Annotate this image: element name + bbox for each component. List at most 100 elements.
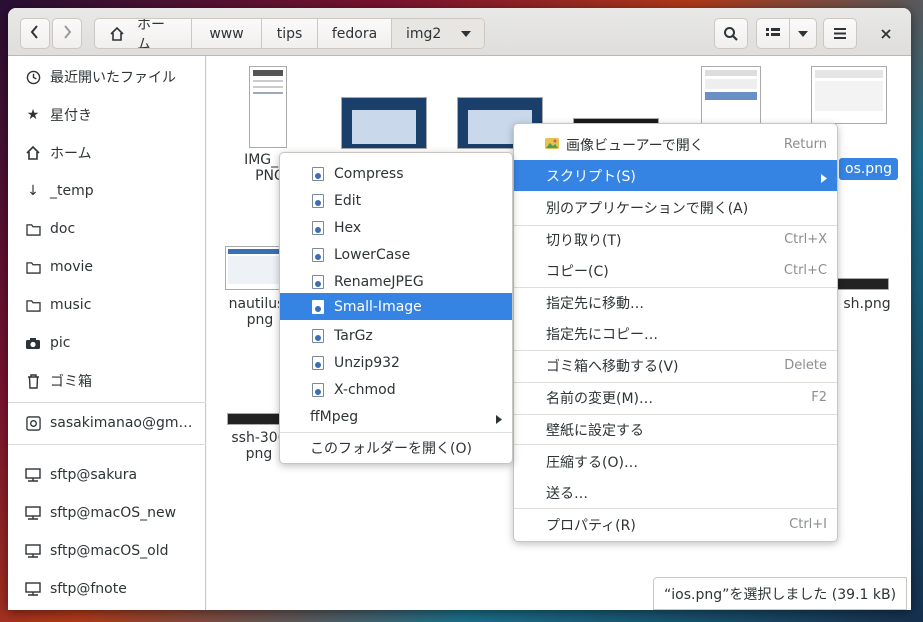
sidebar-separator <box>8 402 206 403</box>
crumb-fedora[interactable]: fedora <box>318 19 392 48</box>
path-bar: ホーム www tips fedora img2 <box>94 18 485 49</box>
sidebar-item-sftp-macos-new[interactable]: sftp@macOS_new <box>8 494 206 532</box>
crumb-img2[interactable]: img2 <box>392 19 484 48</box>
clock-icon <box>24 68 42 86</box>
script-file-icon <box>312 299 324 314</box>
menu-item-open-image-viewer[interactable]: 画像ビューアーで開く Return <box>514 129 837 160</box>
menu-item-accel: Ctrl+X <box>784 232 827 247</box>
menu-item-label: 指定先に移動… <box>546 295 644 312</box>
menu-item-label: Compress <box>334 165 404 182</box>
script-file-icon <box>312 382 324 397</box>
crumb-label: tips <box>276 25 303 42</box>
hamburger-icon <box>834 28 846 39</box>
script-item-open-folder[interactable]: このフォルダーを開く(O) <box>280 432 512 463</box>
file-label[interactable]: sh.png <box>837 296 897 312</box>
menu-item-label: 別のアプリケーションで開く(A) <box>546 200 749 217</box>
network-icon <box>24 504 42 522</box>
menu-item-accel: F2 <box>811 390 827 405</box>
headerbar: ホーム www tips fedora img2 <box>8 8 911 56</box>
sidebar: 最近開いたファイル ★ 星付き ホーム ↓ _temp doc movie mu… <box>8 56 206 610</box>
menu-item-label: 送る… <box>546 485 588 502</box>
sidebar-item-home[interactable]: ホーム <box>8 134 206 172</box>
crumb-tips[interactable]: tips <box>262 19 318 48</box>
menu-item-move-to[interactable]: 指定先に移動… <box>514 287 837 318</box>
menu-separator <box>514 444 837 445</box>
menu-button[interactable] <box>823 18 857 49</box>
script-item-small-image[interactable]: Small-Image <box>280 293 512 320</box>
menu-item-label: 名前の変更(M)… <box>546 390 654 407</box>
sidebar-item-recent[interactable]: 最近開いたファイル <box>8 58 206 96</box>
dropdown-arrow-icon <box>461 30 472 37</box>
sidebar-item-label: doc <box>50 221 76 237</box>
script-item-ffmpeg[interactable]: ffMpeg <box>280 401 512 432</box>
script-file-icon <box>312 166 324 181</box>
search-button[interactable] <box>714 18 748 49</box>
chevron-down-icon <box>798 30 808 37</box>
menu-item-accel: Ctrl+I <box>789 517 827 532</box>
folder-icon <box>24 220 42 238</box>
sidebar-item-movie[interactable]: movie <box>8 248 206 286</box>
menu-item-label: RenameJPEG <box>334 273 424 290</box>
sidebar-item-doc[interactable]: doc <box>8 210 206 248</box>
sidebar-item-sftp-sakura[interactable]: sftp@sakura <box>8 456 206 494</box>
crumb-home[interactable]: ホーム <box>95 19 192 48</box>
crumb-www[interactable]: www <box>192 19 262 48</box>
script-file-icon <box>312 328 324 343</box>
menu-item-properties[interactable]: プロパティ(R) Ctrl+I <box>514 509 837 540</box>
menu-item-label: Hex <box>334 219 362 236</box>
sidebar-item-sftp-macos-old[interactable]: sftp@macOS_old <box>8 532 206 570</box>
menu-item-scripts[interactable]: スクリプト(S) <box>514 160 837 191</box>
file-label-selected[interactable]: os.png <box>839 158 898 180</box>
file-thumbnail[interactable] <box>227 413 287 425</box>
folder-icon <box>24 296 42 314</box>
sidebar-item-label: sftp@macOS_new <box>50 505 177 521</box>
menu-item-label: プロパティ(R) <box>546 517 636 534</box>
menu-item-label: 圧縮する(O)… <box>546 454 638 471</box>
sidebar-item-temp[interactable]: ↓ _temp <box>8 172 206 210</box>
close-button[interactable] <box>870 18 902 49</box>
sidebar-item-music[interactable]: music <box>8 286 206 324</box>
arrow-down-icon: ↓ <box>27 183 39 199</box>
trash-icon <box>24 372 42 390</box>
view-options-button[interactable] <box>789 18 817 49</box>
network-icon <box>24 580 42 598</box>
sidebar-item-label: sftp@macOS_old <box>50 543 169 559</box>
script-file-icon <box>312 193 324 208</box>
file-thumbnail[interactable] <box>341 97 427 149</box>
menu-item-copy-to[interactable]: 指定先にコピー… <box>514 318 837 349</box>
menu-item-move-to-trash[interactable]: ゴミ箱へ移動する(V) Delete <box>514 350 837 381</box>
script-file-icon <box>312 274 324 289</box>
status-text: “ios.png”を選択しました (39.1 kB) <box>664 586 897 603</box>
menu-item-send-to[interactable]: 送る… <box>514 477 837 508</box>
menu-item-compress[interactable]: 圧縮する(O)… <box>514 446 837 477</box>
view-mode-button[interactable] <box>756 18 790 49</box>
file-thumbnail-selected[interactable] <box>811 66 887 124</box>
script-file-icon <box>312 220 324 235</box>
sidebar-separator <box>8 444 206 445</box>
sidebar-item-trash[interactable]: ゴミ箱 <box>8 362 206 400</box>
menu-item-accel: Ctrl+C <box>783 263 827 278</box>
file-thumbnail[interactable] <box>249 66 287 148</box>
sidebar-item-label: sftp@sakura <box>50 467 138 483</box>
file-thumbnail[interactable] <box>701 66 761 126</box>
menu-item-copy[interactable]: コピー(C) Ctrl+C <box>514 255 837 286</box>
submenu-arrow-icon <box>496 412 502 428</box>
home-icon <box>109 26 125 42</box>
menu-item-set-wallpaper[interactable]: 壁紙に設定する <box>514 414 837 445</box>
sidebar-item-account[interactable]: sasakimanao@gm… <box>8 404 206 442</box>
camera-icon <box>24 334 42 352</box>
sidebar-item-label: 最近開いたファイル <box>50 70 176 86</box>
sidebar-item-pic[interactable]: pic <box>8 324 206 362</box>
sidebar-item-starred[interactable]: ★ 星付き <box>8 96 206 134</box>
menu-item-cut[interactable]: 切り取り(T) Ctrl+X <box>514 224 837 255</box>
menu-item-label: コピー(C) <box>546 263 609 280</box>
sidebar-item-label: movie <box>50 259 93 275</box>
menu-item-label: X-chmod <box>334 381 396 398</box>
sidebar-item-label: 星付き <box>50 108 92 124</box>
sidebar-item-sftp-fnote[interactable]: sftp@fnote <box>8 570 206 608</box>
menu-item-rename[interactable]: 名前の変更(M)… F2 <box>514 382 837 413</box>
back-button[interactable] <box>20 18 50 49</box>
forward-button[interactable] <box>52 18 82 49</box>
menu-item-label: LowerCase <box>334 246 411 263</box>
menu-item-open-with[interactable]: 別のアプリケーションで開く(A) <box>514 192 837 223</box>
